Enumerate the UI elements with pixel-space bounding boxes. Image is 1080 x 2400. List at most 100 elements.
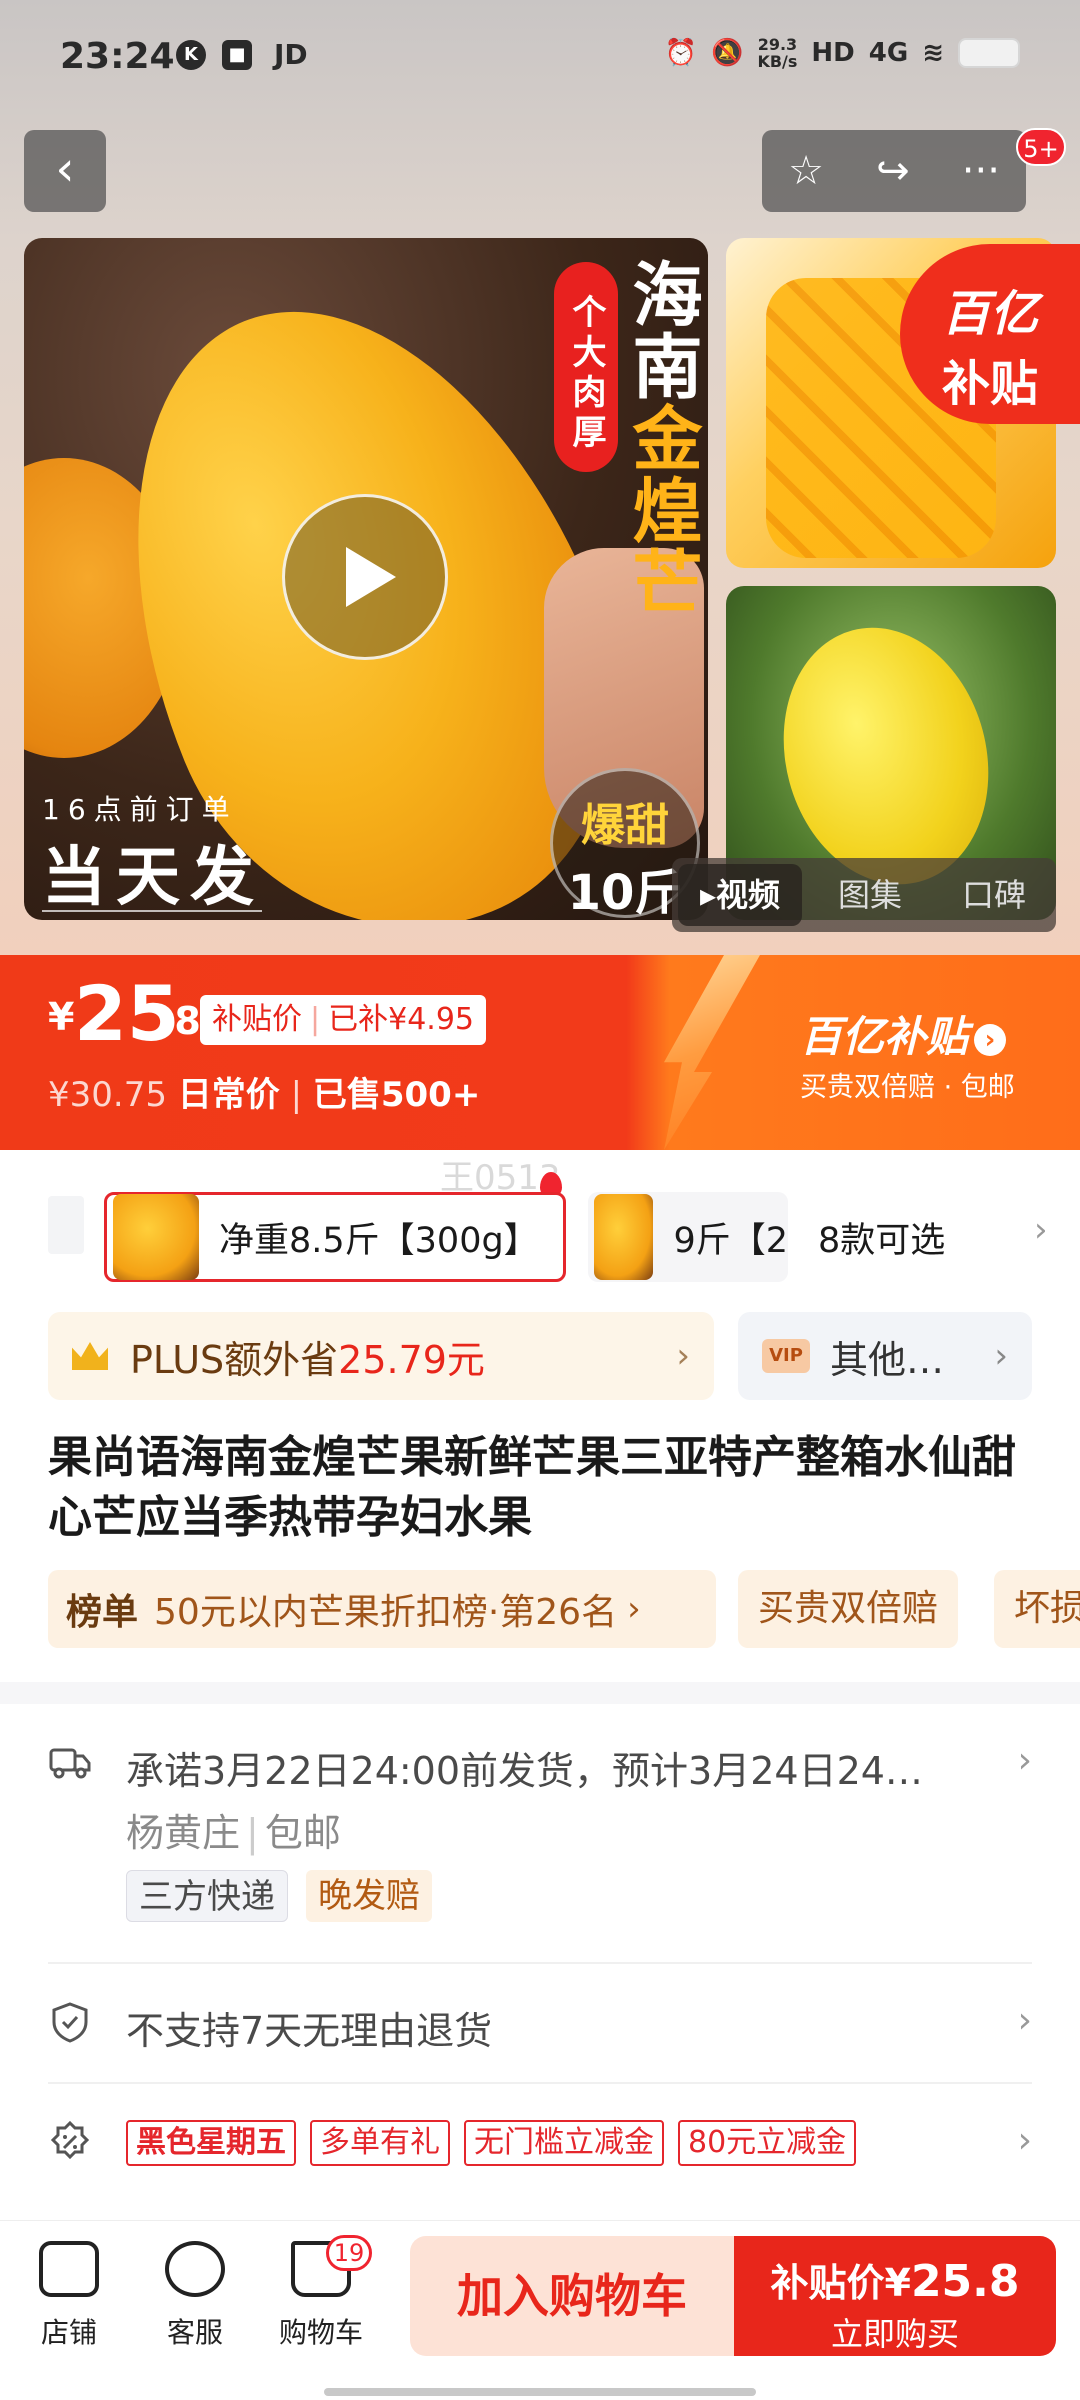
speed-unit: KB/s (757, 52, 798, 71)
banner-subtitle: 买贵双倍赔 · 包邮 (800, 1072, 1015, 1103)
tab-gallery[interactable]: 图集 (808, 858, 932, 932)
truck-icon (49, 1748, 91, 1779)
subsidy-badge: 百亿 补贴 (900, 244, 1080, 424)
hd-icon: HD (811, 38, 855, 68)
spec-more-options[interactable]: 8款可选 (818, 1212, 945, 1263)
cart-count-badge: 19 (326, 2235, 372, 2271)
late-compensation-tag: 晚发赔 (306, 1870, 432, 1922)
row-divider (48, 1962, 1032, 1964)
subsidy-saved: 已补¥4.95 (328, 1002, 474, 1037)
price-currency: ¥ (48, 995, 75, 1039)
vip-icon: VIP (762, 1339, 810, 1373)
customer-service-icon (165, 2241, 225, 2297)
wifi-icon: ≋ (922, 38, 944, 68)
service-label: 客服 (166, 2316, 223, 2349)
home-indicator[interactable] (324, 2388, 756, 2396)
plus-savings-text: PLUS额外省25.79元 (130, 1329, 485, 1384)
store-label: 店铺 (40, 2316, 97, 2349)
return-policy-text: 不支持7天无理由退货 (126, 2009, 493, 2053)
caption-line (42, 910, 262, 912)
chevron-right-icon: › (627, 1589, 641, 1629)
feature-tag: 个大肉厚 (554, 262, 618, 472)
shipping-origin: 杨黄庄 | 包邮 (126, 1811, 341, 1855)
buy-now-label: 立即购买 (830, 2315, 959, 2353)
billion-subsidy-title: 百亿补贴 (800, 1012, 969, 1061)
free-shipping: 包邮 (264, 1811, 341, 1855)
alarm-icon: ⏰ (664, 38, 698, 68)
spec-label: 9斤【2 (673, 1220, 788, 1261)
chevron-right-icon: › (1034, 1210, 1048, 1250)
ranking-label: 榜单 (66, 1592, 139, 1633)
product-title: 果尚语海南金煌芒果新鲜芒果三亚特产整箱水仙甜心芒应当季热带孕妇水果 (48, 1432, 1016, 1543)
guarantee-pill[interactable]: 买贵双倍赔 (738, 1570, 959, 1648)
shipping-promise: 承诺3月22日24:00前发货，预计3月24日24… (126, 1749, 923, 1793)
other-benefits-card[interactable]: VIP 其他… › (738, 1312, 1032, 1400)
chevron-right-icon: › (994, 1336, 1008, 1376)
ranking-badge[interactable]: 榜单 50元以内芒果折扣榜·第26名 › (48, 1570, 716, 1648)
nav-actions: ☆ ↪ ··· (762, 130, 1026, 212)
back-button[interactable]: ‹ (24, 130, 106, 212)
spec-chip-other[interactable]: 9斤【2 (588, 1192, 788, 1282)
promo-tag: 无门槛立减金 (464, 2120, 664, 2166)
add-to-cart-button[interactable]: 加入购物车 (410, 2236, 734, 2356)
cart-label: 购物车 (278, 2316, 363, 2349)
store-icon (39, 2241, 99, 2297)
share-icon[interactable]: ↪ (876, 148, 910, 194)
shipping-row[interactable]: 承诺3月22日24:00前发货，预计3月24日24… 杨黄庄 | 包邮 三方快递 晚… (48, 1740, 1032, 1970)
buy-now-button[interactable]: 补贴价¥25.8 立即购买 (734, 2236, 1056, 2356)
badges-row: 榜单 50元以内芒果折扣榜·第26名 › 买贵双倍赔 坏损 (48, 1570, 1080, 1648)
favorite-icon[interactable]: ☆ (788, 148, 824, 194)
ship-from: 杨黄庄 (126, 1811, 241, 1855)
row-divider (48, 2082, 1032, 2084)
product-gallery-area: 23:24 K ■ JD ⏰ 🔕 29.3 KB/s HD 4G ≋ ‹ ☆ ↪… (0, 0, 1080, 955)
battery-icon (958, 38, 1020, 68)
daily-price-label: 日常价 (177, 1075, 280, 1115)
tab-reviews[interactable]: 口碑 (932, 858, 1056, 932)
original-price-row: ¥30.75 日常价 | 已售500+ (48, 1075, 481, 1115)
return-policy-row[interactable]: 不支持7天无理由退货 › (48, 2000, 1032, 2080)
chevron-right-icon: › (1017, 2120, 1032, 2161)
spec-chip-selected[interactable]: 净重8.5斤【300g】 (104, 1192, 566, 1282)
price-banner: ¥ 25 .8 补贴价 | 已补¥4.95 ¥30.75 日常价 | 已售500+ … (0, 955, 1080, 1150)
message-badge: 5+ (1016, 128, 1066, 166)
play-video-button[interactable] (282, 494, 448, 660)
headline-orange: 金煌芒 (621, 402, 703, 618)
buy-price: 补贴价¥25.8 (734, 2252, 1056, 2307)
other-benefits-text: 其他… (830, 1337, 945, 1382)
status-bar: 23:24 K ■ JD ⏰ 🔕 29.3 KB/s HD 4G ≋ (0, 0, 1080, 110)
bottom-action-bar: 店铺 客服 19 购物车 加入购物车 补贴价¥25.8 立即购买 (0, 2220, 1080, 2400)
tab-video[interactable]: ▸视频 (678, 864, 802, 926)
chevron-right-icon: › (676, 1336, 690, 1376)
damage-pill[interactable]: 坏损 (994, 1570, 1080, 1648)
promo-tag: 黑色星期五 (126, 2120, 296, 2166)
spec-prev-chip[interactable] (48, 1196, 84, 1254)
lightning-decoration (664, 955, 760, 1150)
promo-tag: 80元立减金 (678, 2120, 857, 2166)
service-button[interactable]: 客服 (140, 2241, 250, 2351)
cart-button[interactable]: 19 购物车 (266, 2235, 376, 2351)
product-details: 王0513 净重8.5斤【300g】 9斤【2 8款可选 › PLUS额外省25… (0, 1150, 1080, 2220)
notification-k-icon: K (176, 39, 206, 70)
buy-price-prefix: 补贴价¥ (770, 2261, 911, 2305)
promotions-row[interactable]: 黑色星期五 多单有礼 无门槛立减金 80元立减金 › (48, 2120, 1032, 2200)
store-button[interactable]: 店铺 (14, 2241, 124, 2351)
more-icon[interactable]: ··· (962, 148, 1000, 194)
shipping-tags: 三方快递 晚发赔 (126, 1870, 432, 1922)
billion-subsidy-link[interactable]: 百亿补贴 › (800, 1003, 1007, 1064)
plus-savings-card[interactable]: PLUS额外省25.79元 › (48, 1312, 714, 1400)
signal-4g-icon: 4G (868, 38, 909, 68)
discount-icon (50, 2120, 90, 2160)
chevron-right-icon: › (1017, 1740, 1032, 1781)
sweet-badge-line1: 爆甜 (581, 800, 669, 851)
main-product-image[interactable]: 个大肉厚 海南金煌芒 16点前订单 当天发 爆甜 10斤 (24, 238, 708, 920)
caption-big: 当天发 (42, 841, 264, 915)
promo-tags: 黑色星期五 多单有礼 无门槛立减金 80元立减金 (126, 2120, 857, 2166)
media-tabs: ▸视频 图集 口碑 (672, 858, 1056, 932)
chevron-right-icon: › (1017, 2000, 1032, 2041)
original-price: ¥30.75 (48, 1075, 167, 1115)
spec-selector: 净重8.5斤【300g】 9斤【2 8款可选 › (48, 1182, 1080, 1282)
subsidy-badge-line1: 百亿 (941, 286, 1038, 342)
plus-prefix: PLUS额外省 (130, 1337, 339, 1382)
mute-icon: 🔕 (711, 38, 744, 68)
shield-icon (52, 2002, 88, 2043)
